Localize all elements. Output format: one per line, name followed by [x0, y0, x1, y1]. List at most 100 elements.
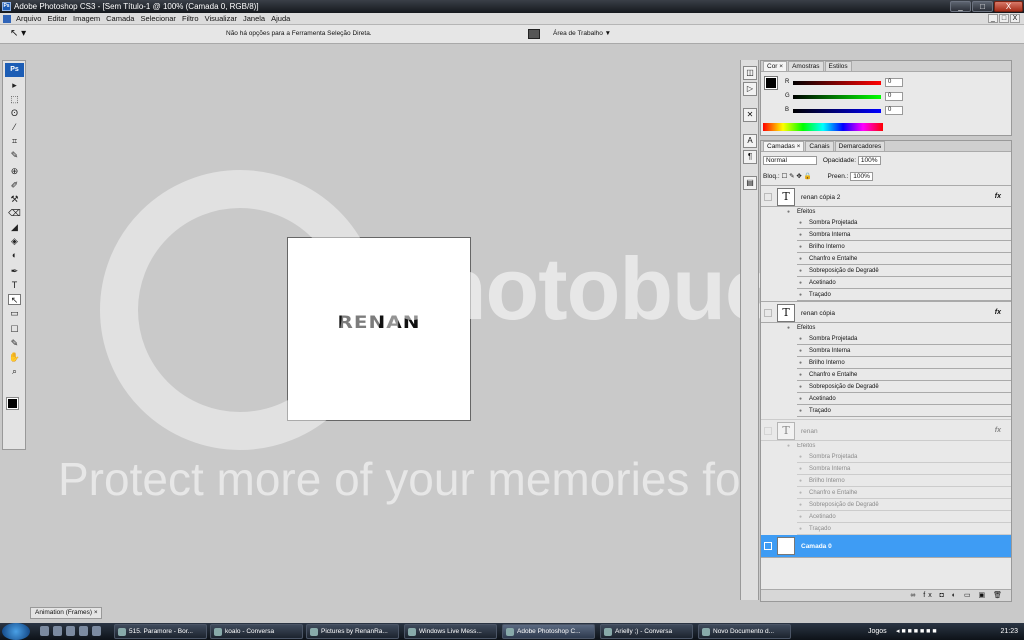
tab-demarcadores[interactable]: Demarcadores — [834, 141, 886, 151]
tool-presets-icon[interactable]: ✕ — [743, 108, 757, 122]
blur-tool-icon[interactable]: ◈ — [8, 236, 21, 247]
quicklaunch-icon[interactable] — [79, 626, 88, 636]
effects-header[interactable]: Efeitos — [785, 441, 1011, 452]
blue-value-input[interactable]: 0 — [885, 106, 903, 115]
clone-stamp-icon[interactable]: ⚒ — [8, 194, 21, 205]
layer-name[interactable]: renan cópia 2 — [801, 194, 840, 201]
doc-close-button[interactable]: X — [1010, 14, 1020, 23]
quicklaunch-icon[interactable] — [92, 626, 101, 636]
crop-tool-icon[interactable]: ⌗ — [8, 136, 21, 147]
tab-camadas[interactable]: Camadas × — [763, 141, 805, 151]
taskbar-item[interactable]: 515. Paramore - Bor... — [114, 624, 207, 639]
fx-icon[interactable]: fx — [995, 427, 1001, 434]
menu-imagem[interactable]: Imagem — [73, 13, 100, 25]
layer-name[interactable]: renan — [801, 428, 818, 435]
type-tool-icon[interactable]: T — [8, 280, 21, 291]
hand-tool-icon[interactable]: ✋ — [8, 352, 21, 363]
effects-header[interactable]: Efeitos — [785, 323, 1011, 334]
marquee-tool-icon[interactable]: ⬚ — [8, 94, 21, 105]
tab-cor[interactable]: Cor × — [763, 61, 788, 71]
ps-logo[interactable]: Ps — [5, 63, 24, 77]
color-swatch[interactable] — [764, 76, 778, 90]
effect-item[interactable]: Brilho Interno — [797, 476, 1011, 487]
paragraph-icon[interactable]: ¶ — [743, 150, 757, 164]
layer-name[interactable]: Camada 0 — [801, 543, 832, 550]
effect-item[interactable]: Chanfro e Entalhe — [797, 488, 1011, 499]
red-bar[interactable] — [793, 81, 881, 85]
menu-janela[interactable]: Janela — [243, 13, 265, 25]
start-button[interactable] — [2, 623, 30, 640]
effect-item[interactable]: Brilho Interno — [797, 358, 1011, 369]
effect-item[interactable]: Sobreposição de Degradê — [797, 266, 1011, 277]
minimize-button[interactable]: _ — [950, 1, 971, 12]
visibility-toggle[interactable] — [764, 427, 772, 435]
layer-row[interactable]: T renan fx — [761, 419, 1011, 441]
effect-item[interactable]: Sombra Interna — [797, 230, 1011, 241]
taskbar-item[interactable]: Novo Documento d... — [698, 624, 791, 639]
document-icon[interactable] — [3, 15, 11, 23]
gradient-tool-icon[interactable]: ◢ — [8, 222, 21, 233]
move-tool-icon[interactable]: ▸ — [8, 80, 21, 91]
lasso-tool-icon[interactable]: ʘ — [8, 108, 21, 119]
eyedropper-2-icon[interactable]: ✎ — [8, 338, 21, 349]
character-icon[interactable]: A — [743, 134, 757, 148]
direct-selection-tool-icon[interactable]: ↖ — [8, 294, 21, 305]
jogos-toolbar[interactable]: Jogos — [868, 624, 887, 639]
layer-name[interactable]: renan cópia — [801, 310, 835, 317]
direct-selection-icon[interactable]: ↖ ▾ — [10, 28, 26, 39]
fx-icon[interactable]: fx — [995, 193, 1001, 200]
effect-item[interactable]: Sobreposição de Degradê — [797, 382, 1011, 393]
blue-bar[interactable] — [793, 109, 881, 113]
layer-row[interactable]: T renan cópia fx — [761, 301, 1011, 323]
taskbar-item[interactable]: koalo - Conversa — [210, 624, 303, 639]
effect-item[interactable]: Sombra Interna — [797, 464, 1011, 475]
healing-brush-icon[interactable]: ⊕ — [8, 166, 21, 177]
tab-canais[interactable]: Canais — [805, 141, 834, 151]
effect-item[interactable]: Traçado — [797, 524, 1011, 535]
taskbar-item-active[interactable]: Adobe Photoshop C... — [502, 624, 595, 639]
tab-estilos[interactable]: Estilos — [824, 61, 852, 71]
dodge-tool-icon[interactable]: ◐ — [8, 250, 21, 261]
effect-item[interactable]: Sombra Projetada — [797, 334, 1011, 345]
close-button[interactable]: X — [994, 1, 1023, 12]
workspace-dropdown[interactable]: Área de Trabalho ▼ — [553, 30, 611, 37]
doc-minimize-button[interactable]: _ — [988, 14, 998, 23]
visibility-toggle[interactable] — [764, 309, 772, 317]
workspace-icon[interactable] — [528, 29, 540, 39]
effect-item[interactable]: Brilho Interno — [797, 242, 1011, 253]
tab-amostras[interactable]: Amostras — [788, 61, 824, 71]
tray-icons[interactable]: ◂ ■ ■ ■ ■ ■ ■ — [896, 628, 937, 635]
blend-mode-select[interactable]: Normal — [763, 156, 817, 165]
shape-tool-icon[interactable]: ▭ — [8, 308, 21, 319]
effect-item[interactable]: Acetinado — [797, 512, 1011, 523]
lock-icons[interactable]: ☐ ✎ ✥ 🔒 — [781, 173, 811, 180]
fill-input[interactable]: 100% — [850, 172, 873, 181]
navigator-icon[interactable]: ◫ — [743, 66, 757, 80]
effect-item[interactable]: Acetinado — [797, 278, 1011, 289]
effect-item[interactable]: Acetinado — [797, 394, 1011, 405]
eyedropper-icon[interactable]: ✎ — [8, 150, 21, 161]
opacity-input[interactable]: 100% — [857, 156, 881, 165]
fx-icon[interactable]: fx — [995, 309, 1001, 316]
green-value-input[interactable]: 0 — [885, 92, 903, 101]
visibility-toggle[interactable] — [764, 193, 772, 201]
effect-item[interactable]: Sombra Projetada — [797, 452, 1011, 463]
quicklaunch-icon[interactable] — [40, 626, 49, 636]
color-spectrum[interactable] — [763, 123, 883, 131]
menu-camada[interactable]: Camada — [106, 13, 134, 25]
quicklaunch-icon[interactable] — [53, 626, 62, 636]
green-bar[interactable] — [793, 95, 881, 99]
animation-panel-tab[interactable]: Animation (Frames) × — [30, 607, 102, 619]
effect-item[interactable]: Sombra Interna — [797, 346, 1011, 357]
maximize-button[interactable]: □ — [972, 1, 993, 12]
zoom-tool-icon[interactable]: ⌕ — [8, 366, 21, 377]
taskbar-item[interactable]: Pictures by RenanRa... — [306, 624, 399, 639]
effects-header[interactable]: Efeitos — [785, 207, 1011, 218]
effect-item[interactable]: Traçado — [797, 406, 1011, 417]
layer-row[interactable]: T renan cópia 2 fx — [761, 185, 1011, 207]
pen-tool-icon[interactable]: ✒ — [8, 266, 21, 277]
eraser-tool-icon[interactable]: ⌫ — [8, 208, 21, 219]
effect-item[interactable]: Sombra Projetada — [797, 218, 1011, 229]
menu-selecionar[interactable]: Selecionar — [140, 13, 175, 25]
quicklaunch-icon[interactable] — [66, 626, 75, 636]
